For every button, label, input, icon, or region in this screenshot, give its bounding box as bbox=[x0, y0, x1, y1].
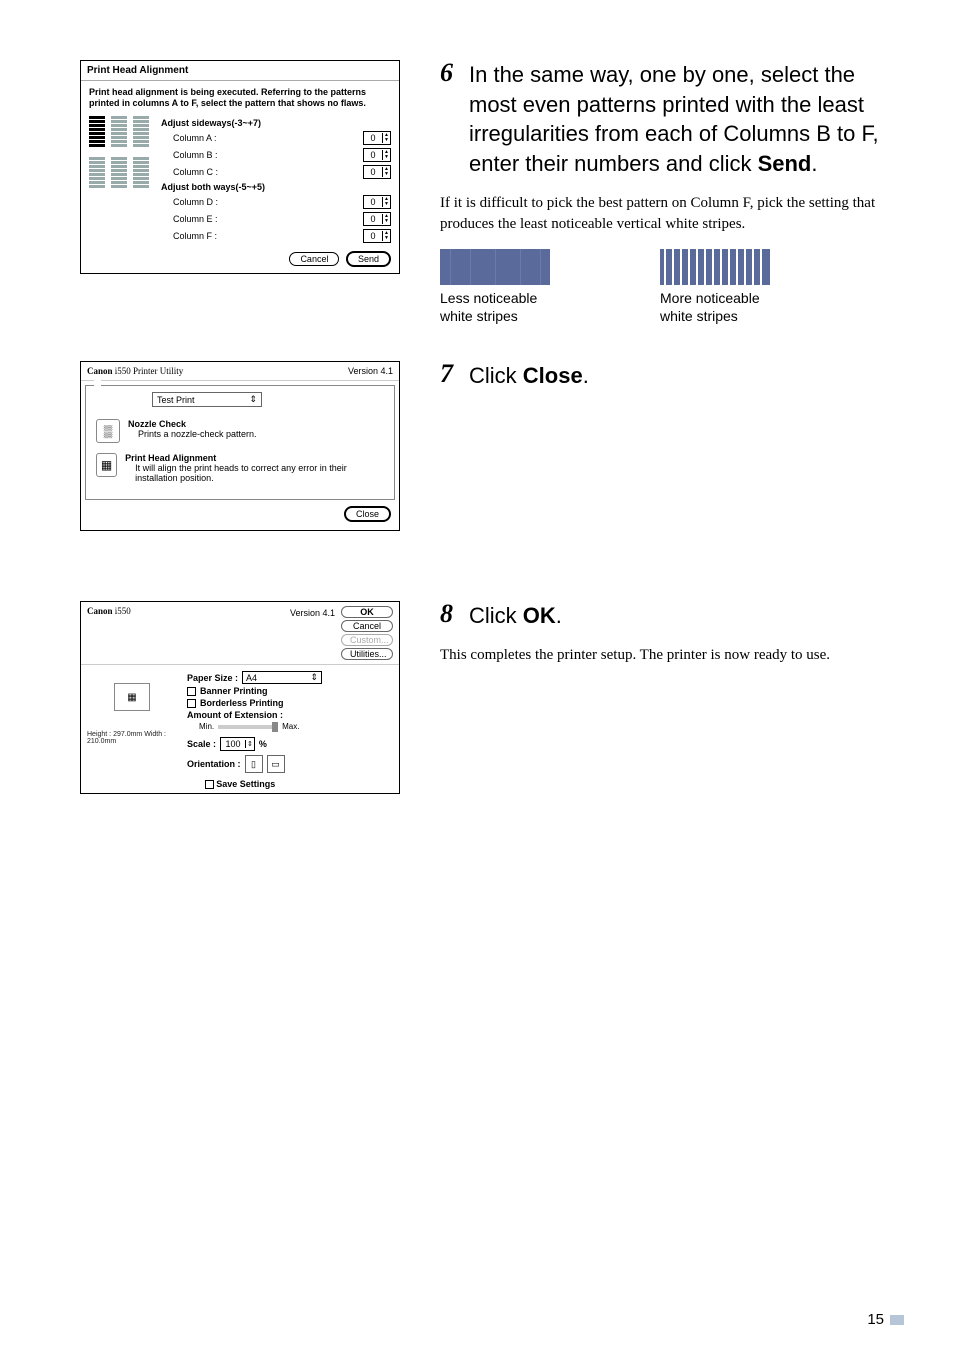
scale-label: Scale : bbox=[187, 739, 216, 749]
custom-button[interactable]: Custom... bbox=[341, 634, 393, 646]
label-column-f: Column F : bbox=[173, 231, 217, 241]
banner-checkbox[interactable] bbox=[187, 687, 196, 696]
printer-utility-dialog: Canon i550 Printer Utility Version 4.1 T… bbox=[80, 361, 400, 531]
label-column-d: Column D : bbox=[173, 197, 218, 207]
swatch-more-label: More noticeable white stripes bbox=[660, 289, 780, 325]
pha-desc: It will align the print heads to correct… bbox=[125, 463, 388, 483]
page-preview-icon: ▦ bbox=[114, 683, 150, 711]
step-7-text: Click Close. bbox=[469, 361, 589, 391]
page-number: 15 bbox=[867, 1311, 904, 1328]
page-setup-title: Canon i550 bbox=[87, 606, 131, 616]
close-button[interactable]: Close bbox=[344, 506, 391, 522]
nozzle-check-icon[interactable]: ▒ bbox=[96, 419, 120, 443]
orientation-portrait-icon[interactable]: ▯ bbox=[245, 755, 263, 773]
borderless-checkbox[interactable] bbox=[187, 699, 196, 708]
swatch-more-stripes bbox=[660, 249, 770, 285]
page-dimensions: Height : 297.0mm Width : 210.0mm bbox=[87, 731, 177, 745]
section-bothways: Adjust both ways(-5~+5) bbox=[161, 182, 391, 192]
step-number-7: 7 bbox=[440, 361, 453, 387]
nozzle-check-desc: Prints a nozzle-check pattern. bbox=[128, 429, 257, 439]
utility-title: Canon i550 Printer Utility bbox=[87, 366, 183, 376]
label-column-b: Column B : bbox=[173, 150, 218, 160]
swatch-less-stripes bbox=[440, 249, 550, 285]
spinner-column-e[interactable]: ▲▼ bbox=[363, 212, 391, 226]
spinner-column-a[interactable]: ▲▼ bbox=[363, 131, 391, 145]
utilities-button[interactable]: Utilities... bbox=[341, 648, 393, 660]
label-column-c: Column C : bbox=[173, 167, 218, 177]
save-settings-label: Save Settings bbox=[216, 779, 275, 789]
paper-size-label: Paper Size : bbox=[187, 673, 238, 683]
step-number-6: 6 bbox=[440, 60, 453, 86]
pha-title: Print Head Alignment bbox=[125, 453, 388, 463]
swatch-less-label: Less noticeable white stripes bbox=[440, 289, 550, 325]
spinner-column-d[interactable]: ▲▼ bbox=[363, 195, 391, 209]
utility-version: Version 4.1 bbox=[348, 366, 393, 376]
ok-button[interactable]: OK bbox=[341, 606, 393, 618]
orientation-landscape-icon[interactable]: ▭ bbox=[267, 755, 285, 773]
borderless-label: Borderless Printing bbox=[200, 698, 284, 708]
banner-label: Banner Printing bbox=[200, 686, 268, 696]
alignment-patterns bbox=[89, 116, 149, 267]
scale-input[interactable] bbox=[221, 738, 245, 750]
step-6-text: In the same way, one by one, select the … bbox=[469, 60, 904, 179]
step-8-text: Click OK. bbox=[469, 601, 562, 631]
spinner-column-f[interactable]: ▲▼ bbox=[363, 229, 391, 243]
test-print-select[interactable]: Test Print⇕ bbox=[152, 392, 262, 407]
dialog-message: Print head alignment is being executed. … bbox=[89, 87, 391, 110]
print-head-alignment-icon[interactable]: ▦ bbox=[96, 453, 117, 477]
save-settings-checkbox[interactable] bbox=[205, 780, 214, 789]
ext-min: Min. bbox=[199, 722, 214, 731]
cancel-button[interactable]: Cancel bbox=[289, 252, 339, 266]
section-sideways: Adjust sideways(-3~+7) bbox=[161, 118, 391, 128]
dialog-title: Print Head Alignment bbox=[81, 61, 399, 81]
nozzle-check-title: Nozzle Check bbox=[128, 419, 257, 429]
step-8-subtext: This completes the printer setup. The pr… bbox=[440, 645, 904, 666]
page-setup-version: Version 4.1 bbox=[290, 608, 335, 618]
step-6-subtext: If it is difficult to pick the best patt… bbox=[440, 193, 904, 235]
print-head-alignment-dialog: Print Head Alignment Print head alignmen… bbox=[80, 60, 400, 274]
send-button[interactable]: Send bbox=[346, 251, 391, 267]
extension-slider[interactable] bbox=[218, 725, 278, 729]
paper-size-select[interactable]: A4⇕ bbox=[242, 671, 322, 684]
page-setup-dialog: Canon i550 Version 4.1 OK Cancel Custom.… bbox=[80, 601, 400, 794]
label-column-a: Column A : bbox=[173, 133, 217, 143]
step-number-8: 8 bbox=[440, 601, 453, 627]
extension-label: Amount of Extension : bbox=[187, 710, 283, 720]
label-column-e: Column E : bbox=[173, 214, 218, 224]
ext-max: Max. bbox=[282, 722, 299, 731]
spinner-column-b[interactable]: ▲▼ bbox=[363, 148, 391, 162]
spinner-column-c[interactable]: ▲▼ bbox=[363, 165, 391, 179]
orientation-label: Orientation : bbox=[187, 759, 241, 769]
cancel-ps-button[interactable]: Cancel bbox=[341, 620, 393, 632]
